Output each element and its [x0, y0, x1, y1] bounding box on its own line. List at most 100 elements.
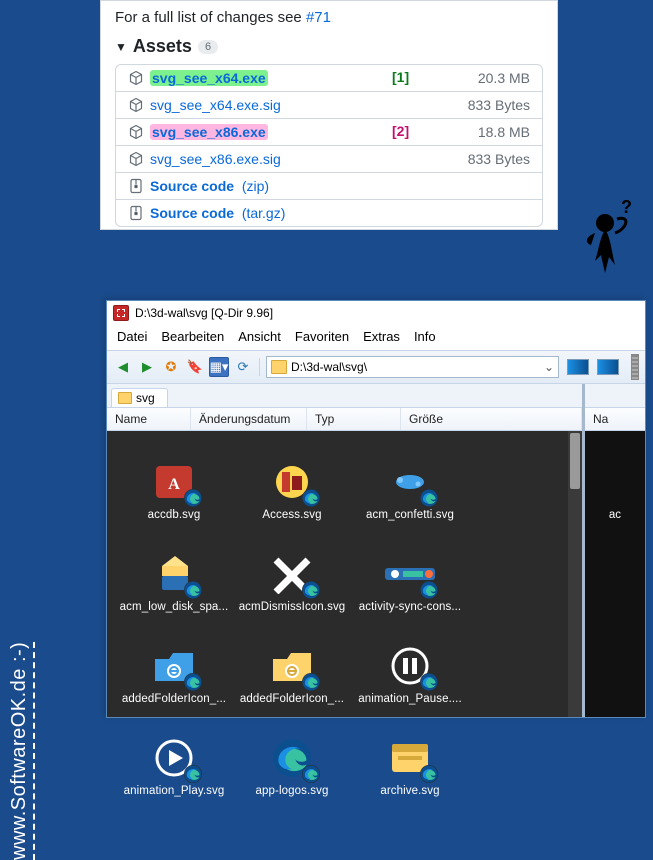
file-item[interactable]: archive.svg [351, 713, 469, 805]
menu-item[interactable]: Info [414, 329, 436, 344]
separator-icon [259, 358, 260, 376]
edge-badge-icon [420, 489, 438, 507]
column-header-name[interactable]: Name [107, 408, 191, 430]
intro-link[interactable]: #71 [306, 9, 331, 26]
file-item[interactable]: app-logos.svg [233, 713, 351, 805]
file-item[interactable]: addedFolderIcon_... [115, 621, 233, 713]
asset-row[interactable]: Source code (zip) [116, 173, 542, 200]
scroll-thumb[interactable] [570, 433, 580, 489]
column-header-name[interactable]: Na [585, 408, 645, 430]
tab-label: svg [136, 391, 155, 405]
qdir-window: D:\3d-wal\svg [Q-Dir 9.96] Datei Bearbei… [106, 300, 646, 718]
asset-size: 18.8 MB [478, 124, 530, 140]
file-item[interactable]: acmDismissIcon.svg [233, 529, 351, 621]
release-intro: For a full list of changes see #71 [115, 9, 543, 26]
file-name: animation_Play.svg [124, 785, 225, 797]
address-input[interactable] [291, 360, 540, 374]
edge-badge-icon [302, 673, 320, 691]
toolbar: ◀ ▶ ✪ 🔖 ▦▾ ⟳ ⌄ [107, 350, 645, 384]
edge-badge-icon [184, 765, 202, 783]
qdir-app-icon [113, 305, 129, 321]
file-grid[interactable]: ac [585, 431, 645, 717]
file-name: acmDismissIcon.svg [239, 601, 346, 613]
forward-button[interactable]: ▶ [137, 357, 157, 377]
file-item[interactable]: ac [593, 437, 637, 529]
asset-name: svg_see_x86.exe.sig [150, 151, 281, 167]
window-title: D:\3d-wal\svg [Q-Dir 9.96] [135, 306, 273, 320]
color-theme-button[interactable] [567, 359, 589, 375]
file-item[interactable]: animation_Pause.... [351, 621, 469, 713]
asset-name: Source code (zip) [150, 178, 269, 194]
asset-name: svg_see_x64.exe.sig [150, 97, 281, 113]
asset-row[interactable]: Source code (tar.gz) [116, 200, 542, 226]
column-header-type[interactable]: Typ [307, 408, 401, 430]
column-headers: Name Änderungsdatum Typ Größe [107, 408, 582, 431]
address-bar[interactable]: ⌄ [266, 356, 559, 378]
asset-name: svg_see_x86.exe [150, 124, 268, 140]
menu-item[interactable]: Bearbeiten [161, 329, 224, 344]
badge-2: [2] [392, 123, 409, 139]
titlebar[interactable]: D:\3d-wal\svg [Q-Dir 9.96] [107, 301, 645, 325]
edge-badge-icon [302, 489, 320, 507]
cube-icon [128, 124, 144, 140]
asset-size: 833 Bytes [468, 151, 530, 167]
file-name: app-logos.svg [256, 785, 329, 797]
menu-item[interactable]: Ansicht [238, 329, 281, 344]
column-header-size[interactable]: Größe [401, 408, 582, 430]
file-item[interactable]: addedFolderIcon_... [233, 621, 351, 713]
file-item[interactable]: acm_confetti.svg [351, 437, 469, 529]
file-item[interactable]: activity-sync-cons... [351, 529, 469, 621]
asset-row[interactable]: svg_see_x86.exe.sig 833 Bytes [116, 146, 542, 173]
file-grid[interactable]: Aaccdb.svg Access.svg acm_confetti.svg acm_… [107, 431, 582, 717]
file-name: Access.svg [262, 509, 321, 521]
folder-tab[interactable]: svg [111, 388, 168, 407]
intro-text: For a full list of changes see [115, 9, 306, 26]
chevron-down-icon[interactable]: ⌄ [544, 360, 554, 374]
asset-row[interactable]: svg_see_x64.exe.sig 833 Bytes [116, 92, 542, 119]
favorites-button[interactable]: 🔖 [185, 357, 205, 377]
menu-item[interactable]: Favoriten [295, 329, 349, 344]
badge-1: [1] [392, 69, 409, 85]
folder-icon [271, 360, 287, 374]
split-panes: svg Name Änderungsdatum Typ Größe Aaccdb… [107, 384, 645, 717]
left-pane: svg Name Änderungsdatum Typ Größe Aaccdb… [107, 384, 585, 717]
svg-text:A: A [168, 476, 180, 493]
edge-badge-icon [420, 765, 438, 783]
cube-icon [128, 70, 144, 86]
assets-count: 6 [198, 40, 218, 54]
back-button[interactable]: ◀ [113, 357, 133, 377]
assets-label: Assets [133, 36, 192, 57]
file-name: animation_Pause.... [358, 693, 462, 705]
menu-item[interactable]: Extras [363, 329, 400, 344]
file-name: archive.svg [380, 785, 439, 797]
assets-header[interactable]: ▼ Assets 6 [115, 36, 543, 57]
tab-strip [585, 384, 645, 408]
asset-row[interactable]: svg_see_x64.exe [1] 20.3 MB [116, 65, 542, 92]
column-header-date[interactable]: Änderungsdatum [191, 408, 307, 430]
edge-badge-icon [184, 581, 202, 599]
menu-item[interactable]: Datei [117, 329, 147, 344]
edge-badge-icon [302, 581, 320, 599]
right-pane: Na ac [585, 384, 645, 717]
edge-badge-icon [302, 765, 320, 783]
file-item[interactable]: animation_Play.svg [115, 713, 233, 805]
refresh-button[interactable]: ⟳ [233, 357, 253, 377]
file-item[interactable]: acm_low_disk_spa... [115, 529, 233, 621]
archive-icon [128, 205, 144, 221]
asset-list: svg_see_x64.exe [1] 20.3 MB svg_see_x64.… [115, 64, 543, 227]
up-button[interactable]: ✪ [161, 357, 181, 377]
file-item[interactable]: Access.svg [233, 437, 351, 529]
scrollbar[interactable] [568, 431, 582, 717]
file-item[interactable]: Aaccdb.svg [115, 437, 233, 529]
file-name: addedFolderIcon_... [122, 693, 226, 705]
color-theme-button[interactable] [597, 359, 619, 375]
releases-panel: For a full list of changes see #71 ▼ Ass… [100, 0, 558, 230]
svg-text:?: ? [621, 197, 632, 217]
folder-icon [118, 392, 132, 404]
file-name: addedFolderIcon_... [240, 693, 344, 705]
view-mode-button[interactable]: ▦▾ [209, 357, 229, 377]
cube-icon [128, 97, 144, 113]
asset-row[interactable]: svg_see_x86.exe [2] 18.8 MB [116, 119, 542, 146]
edge-badge-icon [420, 581, 438, 599]
file-name: ac [609, 509, 621, 521]
